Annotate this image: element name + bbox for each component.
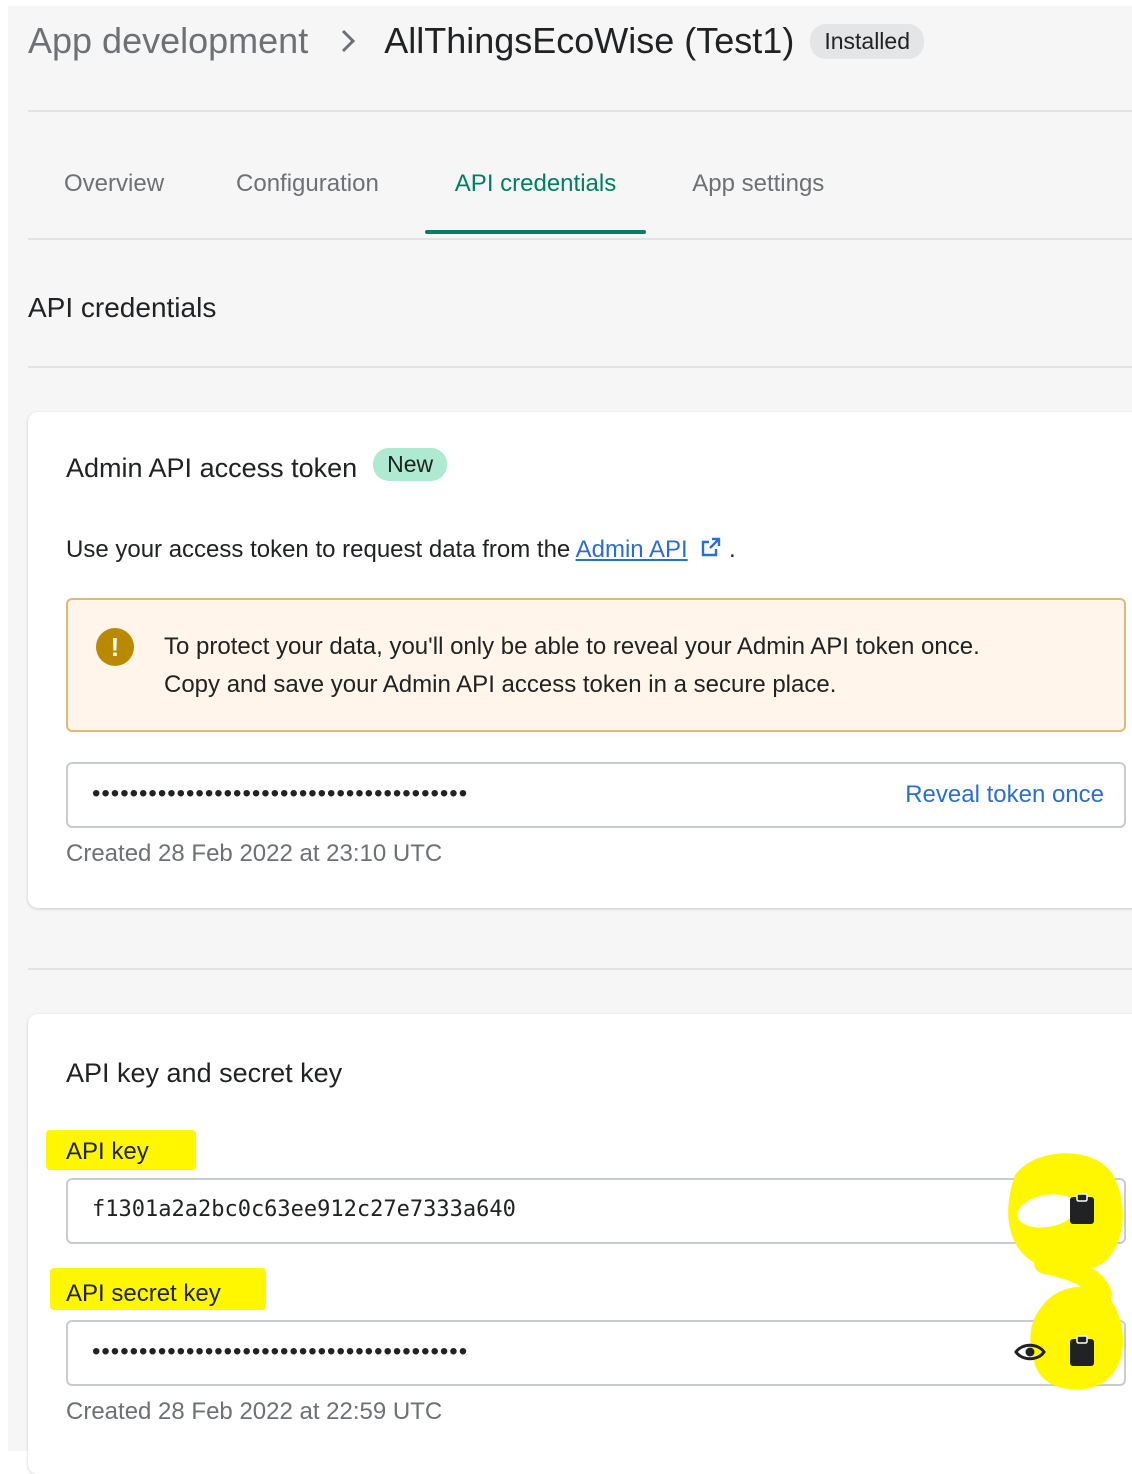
api-secret-key-value: •••••••••••••••••••••••••••••••••••••••• (92, 1338, 469, 1365)
card-title-text: Admin API access token (66, 453, 358, 483)
tab-configuration[interactable]: Configuration (200, 160, 415, 234)
tab-bar: Overview Configuration API credentials A… (28, 160, 860, 234)
reveal-token-button[interactable]: Reveal token once (905, 781, 1104, 809)
api-key-value: f1301a2a2bc0c63ee912c27e7333a640 (92, 1197, 516, 1222)
divider (28, 366, 1132, 368)
show-secret-key-button[interactable] (1012, 1336, 1048, 1372)
tab-label: Overview (64, 170, 165, 197)
tab-label: API credentials (454, 170, 617, 197)
card-description: Use your access token to request data fr… (66, 536, 736, 565)
api-key-label: API key (66, 1138, 149, 1165)
alert-circle-icon: ! (96, 628, 134, 666)
token-created-text: Created 28 Feb 2022 at 23:10 UTC (66, 840, 443, 867)
copy-api-key-button[interactable] (1064, 1192, 1100, 1230)
copy-secret-key-button[interactable] (1064, 1334, 1100, 1372)
clipboard-icon (1069, 1192, 1095, 1230)
divider (28, 110, 1132, 112)
keys-created-text: Created 28 Feb 2022 at 22:59 UTC (66, 1398, 443, 1425)
page-title: AllThingsEcoWise (Test1) (384, 20, 795, 61)
admin-token-card: Admin API access token New Use your acce… (28, 412, 1132, 908)
status-badge: Installed (810, 23, 924, 59)
divider (28, 238, 1132, 240)
api-secret-key-label: API secret key (66, 1280, 221, 1307)
tab-api-credentials[interactable]: API credentials (424, 160, 647, 234)
breadcrumb-app-development[interactable]: App development (28, 20, 308, 62)
divider (28, 968, 1132, 970)
admin-api-link[interactable]: Admin API (576, 536, 688, 563)
breadcrumb: App development AllThingsEcoWise (Test1)… (28, 20, 924, 62)
description-suffix: . (729, 536, 736, 563)
tab-label: Configuration (236, 170, 379, 197)
warning-line: Copy and save your Admin API access toke… (164, 671, 837, 698)
section-title: API credentials (28, 292, 217, 323)
warning-banner: ! To protect your data, you'll only be a… (66, 598, 1126, 732)
new-badge: New (373, 448, 448, 481)
card-title: Admin API access token New (66, 448, 448, 485)
tab-overview[interactable]: Overview (28, 160, 200, 234)
card-title: API key and secret key (66, 1058, 342, 1089)
chevron-right-icon (330, 23, 366, 59)
api-key-field[interactable]: f1301a2a2bc0c63ee912c27e7333a640 (66, 1178, 1126, 1244)
warning-text: To protect your data, you'll only be abl… (164, 628, 1104, 704)
api-keys-card: API key and secret key API key f1301a2a2… (28, 1014, 1132, 1474)
external-link-icon[interactable] (700, 536, 722, 565)
eye-icon (1014, 1341, 1046, 1368)
tab-app-settings[interactable]: App settings (656, 160, 860, 234)
tab-label: App settings (692, 170, 825, 197)
clipboard-icon (1069, 1334, 1095, 1372)
description-text: Use your access token to request data fr… (66, 536, 571, 563)
admin-token-value: •••••••••••••••••••••••••••••••••••••••• (92, 780, 469, 807)
card-title-text: API key and secret key (66, 1058, 343, 1088)
api-secret-key-field[interactable]: •••••••••••••••••••••••••••••••••••••••• (66, 1320, 1126, 1386)
warning-line: To protect your data, you'll only be abl… (164, 633, 980, 660)
admin-token-field[interactable]: ••••••••••••••••••••••••••••••••••••••••… (66, 762, 1126, 828)
